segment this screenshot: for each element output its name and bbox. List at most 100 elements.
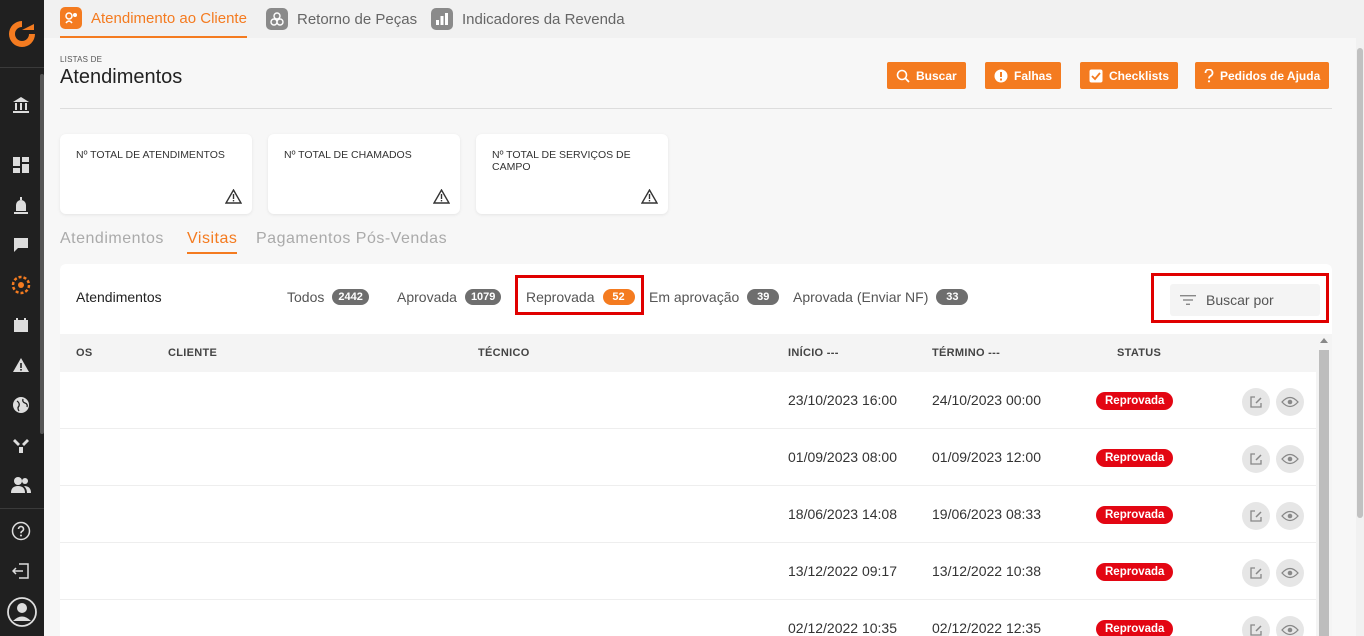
search-icon xyxy=(896,69,910,83)
buscar-button[interactable]: Buscar xyxy=(887,62,966,89)
cell-termino: 13/12/2022 10:38 xyxy=(932,563,1041,579)
pedidos-de-ajuda-button-label: Pedidos de Ajuda xyxy=(1220,68,1321,83)
status-badge: Reprovada xyxy=(1096,506,1174,524)
subtab-pagamentos-pos-vendas[interactable]: Pagamentos Pós-Vendas xyxy=(256,230,447,252)
edit-icon xyxy=(1250,567,1262,579)
edit-icon xyxy=(1250,453,1262,465)
chat-icon[interactable] xyxy=(10,234,32,256)
falhas-button-label: Falhas xyxy=(1014,68,1053,83)
edit-icon xyxy=(1250,396,1262,408)
view-button[interactable] xyxy=(1276,559,1304,587)
alarm-icon[interactable] xyxy=(10,194,32,216)
cell-termino: 19/06/2023 08:33 xyxy=(932,506,1041,522)
users-icon[interactable] xyxy=(10,474,32,496)
checklists-button[interactable]: Checklists xyxy=(1080,62,1179,89)
logo-icon[interactable] xyxy=(0,0,44,68)
filter-em-aprovacao[interactable]: Em aprovação 39 xyxy=(649,288,780,306)
view-button[interactable] xyxy=(1276,616,1304,636)
buscar-button-label: Buscar xyxy=(916,68,957,83)
top-nav: Atendimento ao Cliente Retorno de Peças … xyxy=(44,0,1364,38)
edit-icon xyxy=(1250,510,1262,522)
warning-icon xyxy=(641,189,658,204)
alert-icon[interactable] xyxy=(10,354,32,376)
table-scrollbar-thumb[interactable] xyxy=(1319,350,1329,636)
tab-indicadores-da-revenda[interactable]: Indicadores da Revenda xyxy=(431,0,625,38)
cell-termino: 01/09/2023 12:00 xyxy=(932,449,1041,465)
cell-inicio: 23/10/2023 16:00 xyxy=(788,392,897,408)
cell-termino: 02/12/2022 12:35 xyxy=(932,620,1041,636)
bar-chart-icon xyxy=(431,8,453,30)
card-total-atendimentos: Nº TOTAL DE ATENDIMENTOS xyxy=(60,134,252,214)
table-row[interactable]: 18/06/2023 14:08 19/06/2023 08:33 Reprov… xyxy=(60,486,1316,543)
sidebar xyxy=(0,0,44,636)
dashboard-icon[interactable] xyxy=(10,154,32,176)
cell-inicio: 02/12/2022 10:35 xyxy=(788,620,897,636)
table-row[interactable]: 23/10/2023 16:00 24/10/2023 00:00 Reprov… xyxy=(60,372,1316,429)
count-badge: 33 xyxy=(936,289,969,305)
table-header: OS CLIENTE TÉCNICO INÍCIO --- TÉRMINO --… xyxy=(60,334,1316,372)
globe-icon[interactable] xyxy=(10,394,32,416)
eye-icon xyxy=(1281,567,1299,579)
view-button[interactable] xyxy=(1276,502,1304,530)
help-icon[interactable] xyxy=(10,520,32,542)
view-button[interactable] xyxy=(1276,388,1304,416)
warning-icon xyxy=(433,189,450,204)
pedidos-de-ajuda-button[interactable]: Pedidos de Ajuda xyxy=(1195,62,1330,89)
table-row[interactable]: 13/12/2022 09:17 13/12/2022 10:38 Reprov… xyxy=(60,543,1316,600)
tab-label: Atendimento ao Cliente xyxy=(91,9,247,27)
card-label: Nº TOTAL DE ATENDIMENTOS xyxy=(76,149,225,161)
edit-button[interactable] xyxy=(1242,445,1270,473)
table-row[interactable]: 01/09/2023 08:00 01/09/2023 12:00 Reprov… xyxy=(60,429,1316,486)
column-cliente[interactable]: CLIENTE xyxy=(168,347,217,359)
eye-icon xyxy=(1281,396,1299,408)
reprovada-highlight xyxy=(515,275,644,315)
count-badge: 39 xyxy=(747,289,780,305)
filter-aprovada-enviar-nf[interactable]: Aprovada (Enviar NF) 33 xyxy=(793,288,969,306)
bank-icon[interactable] xyxy=(10,94,32,116)
checklists-button-label: Checklists xyxy=(1109,68,1170,83)
cell-inicio: 18/06/2023 14:08 xyxy=(788,506,897,522)
eye-icon xyxy=(1281,510,1299,522)
subtab-atendimentos[interactable]: Atendimentos xyxy=(60,230,164,252)
tab-label: Retorno de Peças xyxy=(297,10,418,28)
edit-button[interactable] xyxy=(1242,388,1270,416)
logout-icon[interactable] xyxy=(10,560,32,582)
calendar-icon[interactable] xyxy=(10,314,32,336)
edit-button[interactable] xyxy=(1242,502,1270,530)
filter-aprovada[interactable]: Aprovada 1079 xyxy=(397,288,502,306)
filter-label: Aprovada xyxy=(397,289,457,305)
tab-atendimento-ao-cliente[interactable]: Atendimento ao Cliente xyxy=(60,0,247,38)
question-icon xyxy=(1204,68,1214,82)
scroll-up-arrow[interactable] xyxy=(1320,338,1328,343)
page-scrollbar-thumb[interactable] xyxy=(1357,48,1363,518)
column-inicio[interactable]: INÍCIO --- xyxy=(788,347,839,359)
avatar-icon[interactable] xyxy=(6,596,38,628)
column-tecnico[interactable]: TÉCNICO xyxy=(478,347,530,359)
status-badge: Reprovada xyxy=(1096,563,1174,581)
falhas-button[interactable]: Falhas xyxy=(985,62,1062,89)
status-badge: Reprovada xyxy=(1096,449,1174,467)
page-title: Atendimentos xyxy=(60,66,183,88)
subtab-visitas[interactable]: Visitas xyxy=(187,230,238,254)
main-content: LISTAS DE Atendimentos Buscar Falhas Che… xyxy=(44,38,1356,636)
column-os[interactable]: OS xyxy=(76,347,93,359)
service-icon[interactable] xyxy=(10,274,32,296)
card-total-chamados: Nº TOTAL DE CHAMADOS xyxy=(268,134,460,214)
cell-inicio: 01/09/2023 08:00 xyxy=(788,449,897,465)
table-row[interactable]: 02/12/2022 10:35 02/12/2022 12:35 Reprov… xyxy=(60,600,1316,636)
view-button[interactable] xyxy=(1276,445,1304,473)
edit-button[interactable] xyxy=(1242,559,1270,587)
table-scrollbar[interactable] xyxy=(1316,334,1332,636)
panel-title: Atendimentos xyxy=(76,289,162,305)
page-scrollbar[interactable] xyxy=(1356,38,1364,636)
edit-button[interactable] xyxy=(1242,616,1270,636)
column-termino[interactable]: TÉRMINO --- xyxy=(932,347,1000,359)
card-label: Nº TOTAL DE CHAMADOS xyxy=(284,149,412,161)
filter-todos[interactable]: Todos 2442 xyxy=(287,288,369,306)
tools-icon[interactable] xyxy=(10,434,32,456)
column-status[interactable]: STATUS xyxy=(1117,347,1161,359)
customer-service-icon xyxy=(60,7,82,29)
tab-retorno-de-pecas[interactable]: Retorno de Peças xyxy=(266,0,417,38)
eye-icon xyxy=(1281,624,1299,636)
count-badge: 1079 xyxy=(464,289,502,305)
